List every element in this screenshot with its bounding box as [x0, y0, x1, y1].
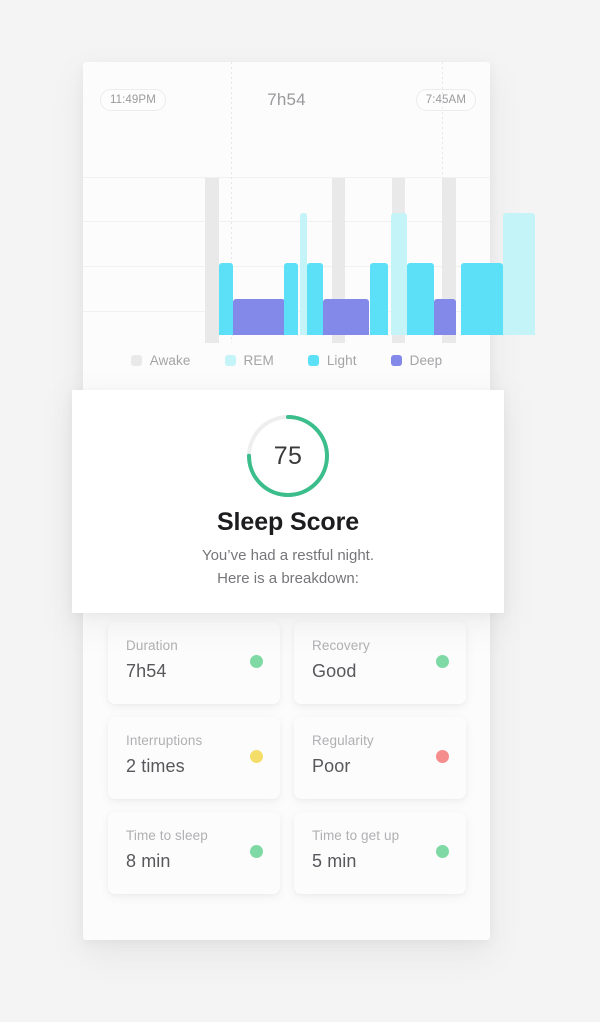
legend-item-light[interactable]: Light — [308, 353, 357, 368]
legend-label: Deep — [410, 353, 443, 368]
sleep-stage-bar[interactable] — [503, 213, 535, 335]
legend-item-rem[interactable]: REM — [225, 353, 274, 368]
metric-label: Recovery — [312, 638, 370, 653]
sleep-score-subtitle-line2: Here is a breakdown: — [72, 567, 504, 590]
legend-label: Light — [327, 353, 357, 368]
metric-label: Regularity — [312, 733, 374, 748]
sleep-stage-bar[interactable] — [323, 299, 369, 335]
metric-value: Good — [312, 661, 356, 682]
legend-label: REM — [244, 353, 274, 368]
sleep-end-time-pill: 7:45AM — [416, 89, 476, 111]
status-dot-icon — [250, 750, 263, 763]
metric-label: Duration — [126, 638, 178, 653]
legend-swatch-icon — [131, 355, 142, 366]
metric-card[interactable]: Time to get up 5 min — [294, 812, 466, 894]
metric-label: Interruptions — [126, 733, 202, 748]
sleep-stage-bar[interactable] — [461, 263, 503, 335]
metric-card[interactable]: Duration 7h54 — [108, 622, 280, 704]
status-dot-icon — [436, 750, 449, 763]
sleep-score-ring: 75 — [244, 412, 332, 500]
metric-card[interactable]: Recovery Good — [294, 622, 466, 704]
sleep-score-value: 75 — [244, 412, 332, 500]
metric-value: 8 min — [126, 851, 171, 872]
awake-band — [205, 178, 219, 343]
chart-header: 11:49PM 7h54 7:45AM — [83, 62, 490, 140]
chart-gridline — [83, 177, 490, 178]
status-dot-icon — [436, 845, 449, 858]
metric-label: Time to get up — [312, 828, 399, 843]
metric-value: 7h54 — [126, 661, 166, 682]
sleep-score-subtitle: You’ve had a restful night. Here is a br… — [72, 544, 504, 590]
chart-gridline — [83, 221, 490, 222]
sleep-stage-bar[interactable] — [370, 263, 388, 335]
sleep-stage-bar[interactable] — [307, 263, 323, 335]
metric-label: Time to sleep — [126, 828, 208, 843]
sleep-stage-bar[interactable] — [434, 299, 456, 335]
metric-value: 5 min — [312, 851, 357, 872]
sleep-stage-bar[interactable] — [407, 263, 434, 335]
status-dot-icon — [250, 845, 263, 858]
sleep-score-title: Sleep Score — [72, 508, 504, 537]
metric-card[interactable]: Interruptions 2 times — [108, 717, 280, 799]
metric-value: Poor — [312, 756, 350, 777]
sleep-stage-chart[interactable] — [83, 140, 490, 343]
sleep-stage-bar[interactable] — [391, 213, 407, 335]
legend-label: Awake — [150, 353, 191, 368]
legend-item-awake[interactable]: Awake — [131, 353, 191, 368]
sleep-score-overlay-card: 75 Sleep Score You’ve had a restful nigh… — [72, 390, 504, 613]
metric-card[interactable]: Regularity Poor — [294, 717, 466, 799]
metrics-grid: Duration 7h54 Recovery Good Interruptions 2 t… — [108, 622, 466, 894]
legend-swatch-icon — [391, 355, 402, 366]
sleep-stage-bar[interactable] — [219, 263, 233, 335]
metric-value: 2 times — [126, 756, 185, 777]
legend-item-deep[interactable]: Deep — [391, 353, 443, 368]
sleep-stage-bar[interactable] — [300, 213, 307, 335]
legend-swatch-icon — [308, 355, 319, 366]
sleep-stage-bar[interactable] — [284, 263, 298, 335]
metric-card[interactable]: Time to sleep 8 min — [108, 812, 280, 894]
sleep-score-subtitle-line1: You’ve had a restful night. — [72, 544, 504, 567]
chart-legend: Awake REM Light Deep — [83, 343, 490, 377]
status-dot-icon — [250, 655, 263, 668]
status-dot-icon — [436, 655, 449, 668]
legend-swatch-icon — [225, 355, 236, 366]
sleep-stage-bar[interactable] — [233, 299, 285, 335]
